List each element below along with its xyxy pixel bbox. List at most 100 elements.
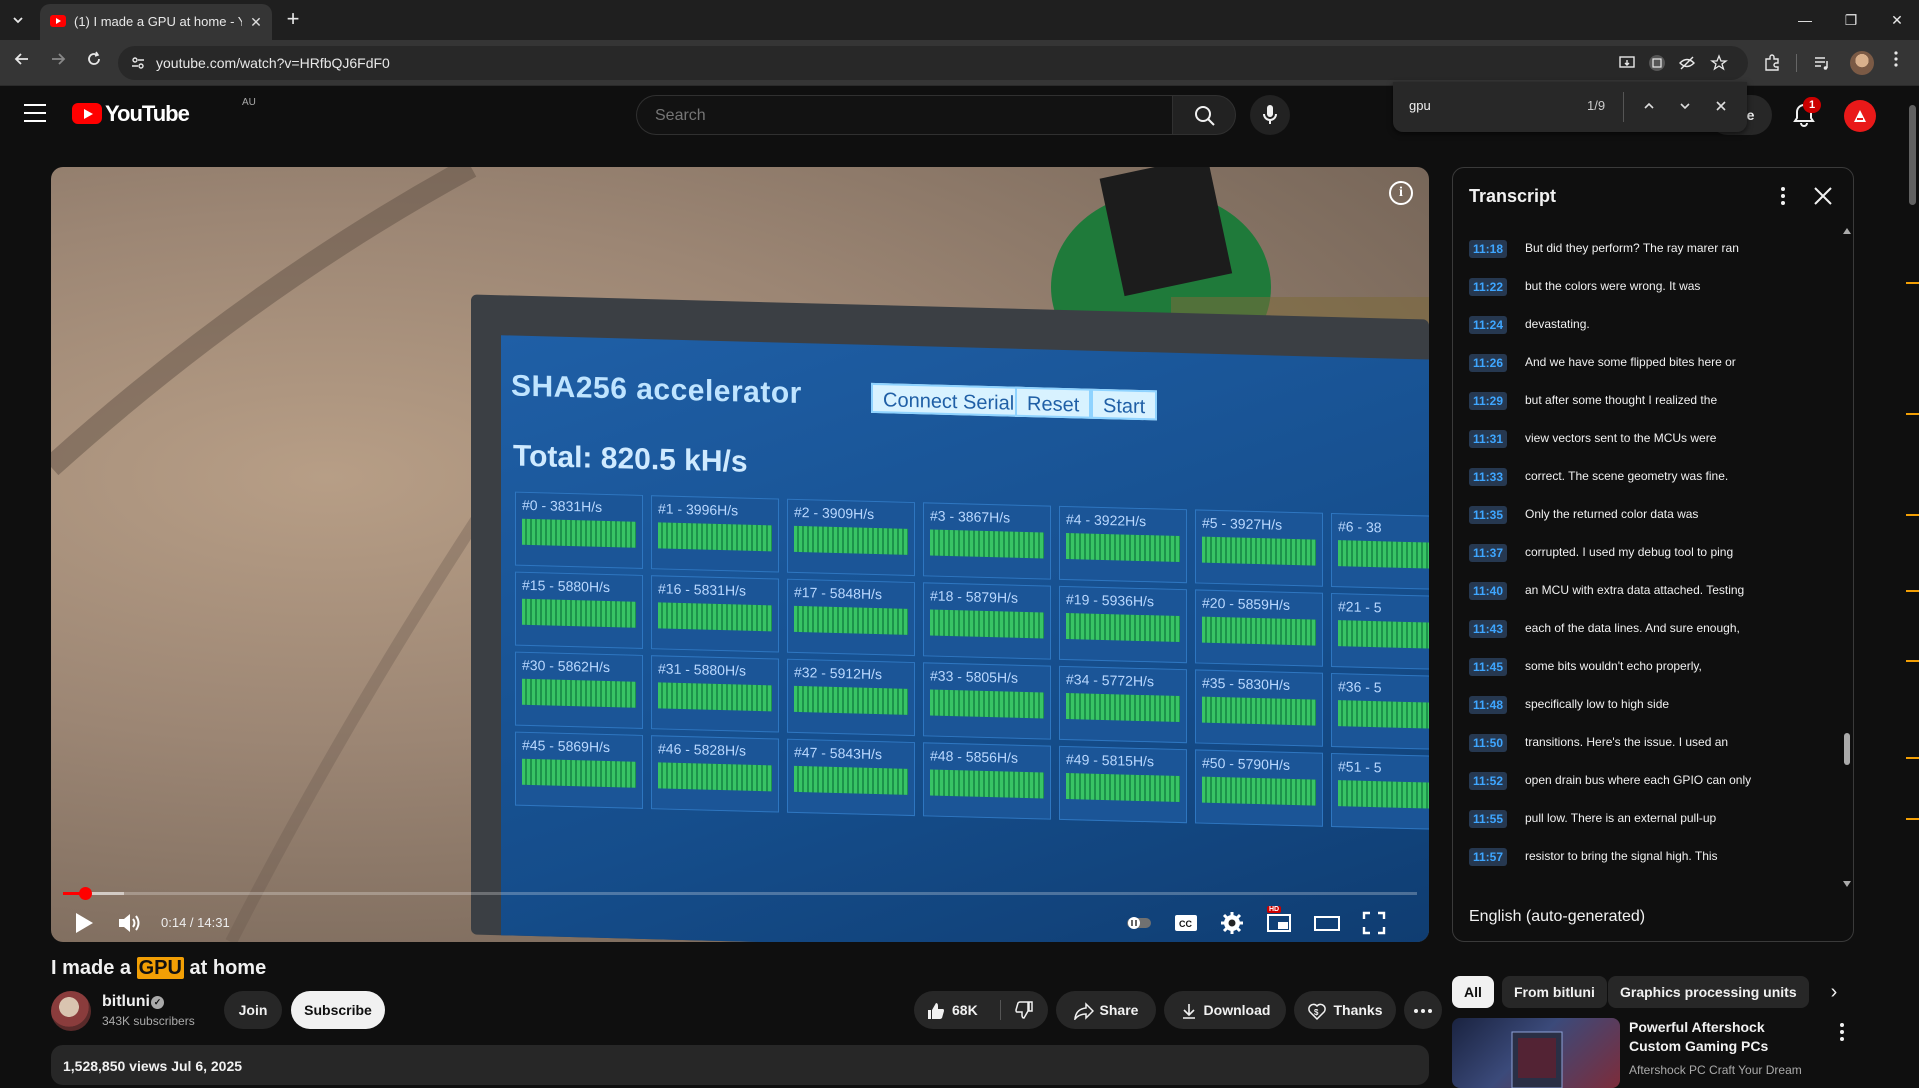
transcript-timestamp[interactable]: 11:57 xyxy=(1469,848,1508,866)
transcript-timestamp[interactable]: 11:29 xyxy=(1469,392,1508,410)
thanks-button[interactable]: $ Thanks xyxy=(1294,991,1396,1029)
voice-search-button[interactable] xyxy=(1250,95,1290,135)
captions-icon[interactable]: CC xyxy=(1172,909,1200,937)
transcript-segment[interactable]: 11:18 But did they perform? The ray marer… xyxy=(1453,230,1833,268)
transcript-timestamp[interactable]: 11:24 xyxy=(1469,316,1508,334)
transcript-segment[interactable]: 11:26 And we have some flipped bites here… xyxy=(1453,344,1833,382)
transcript-segment[interactable]: 11:48 specifically low to high side xyxy=(1453,686,1833,724)
youtube-logo[interactable]: YouTube AU xyxy=(72,97,256,129)
media-control-icon[interactable] xyxy=(1812,53,1832,73)
transcript-segment[interactable]: 11:40 an MCU with extra data attached. Te… xyxy=(1453,572,1833,610)
transcript-timestamp[interactable]: 11:43 xyxy=(1469,620,1508,638)
reading-mode-icon[interactable] xyxy=(1648,54,1666,72)
window-close-button[interactable]: ✕ xyxy=(1884,8,1910,32)
chip-from-channel[interactable]: From bitluni xyxy=(1502,976,1607,1008)
theater-mode-icon[interactable] xyxy=(1313,909,1341,937)
channel-avatar[interactable] xyxy=(51,991,91,1031)
transcript-segment[interactable]: 11:22 but the colors were wrong. It was xyxy=(1453,268,1833,306)
progress-scrubber[interactable] xyxy=(78,887,92,900)
transcript-language[interactable]: English (auto-generated) xyxy=(1469,908,1645,926)
download-button[interactable]: Download xyxy=(1164,991,1286,1029)
transcript-timestamp[interactable]: 11:40 xyxy=(1469,582,1508,600)
address-bar[interactable]: youtube.com/watch?v=HRfbQJ6FdF0 xyxy=(118,46,1748,80)
page-scrollbar-thumb[interactable] xyxy=(1909,105,1916,205)
transcript-timestamp[interactable]: 11:45 xyxy=(1469,658,1508,676)
transcript-segment[interactable]: 11:37 corrupted. I used my debug tool to … xyxy=(1453,534,1833,572)
transcript-timestamp[interactable]: 11:31 xyxy=(1469,430,1508,448)
info-icon[interactable]: i xyxy=(1389,181,1413,205)
chip-all[interactable]: All xyxy=(1452,976,1494,1008)
transcript-segment[interactable]: 11:33 correct. The scene geometry was fin… xyxy=(1453,458,1833,496)
search-input[interactable] xyxy=(653,106,1153,126)
transcript-scroll-down-arrow[interactable] xyxy=(1843,881,1851,887)
transcript-timestamp[interactable]: 11:37 xyxy=(1469,544,1508,562)
miniplayer-icon[interactable] xyxy=(1265,909,1293,937)
find-close-button[interactable] xyxy=(1709,95,1733,119)
transcript-timestamp[interactable]: 11:35 xyxy=(1469,506,1508,524)
site-info-icon[interactable] xyxy=(130,55,146,71)
transcript-scrollbar-thumb[interactable] xyxy=(1844,733,1850,765)
description-box[interactable]: 1,528,850 views Jul 6, 2025 xyxy=(51,1045,1429,1085)
transcript-timestamp[interactable]: 11:33 xyxy=(1469,468,1508,486)
eye-off-icon[interactable] xyxy=(1678,54,1696,72)
hamburger-menu-icon[interactable] xyxy=(24,104,46,122)
new-tab-button[interactable]: + xyxy=(282,8,304,31)
transcript-close-icon[interactable] xyxy=(1809,182,1837,210)
recommendation-thumbnail[interactable] xyxy=(1452,1018,1620,1088)
transcript-timestamp[interactable]: 11:50 xyxy=(1469,734,1508,752)
browser-menu-button[interactable] xyxy=(1884,51,1908,75)
bookmark-star-icon[interactable] xyxy=(1710,54,1728,72)
settings-gear-icon[interactable] xyxy=(1218,909,1246,937)
play-icon[interactable] xyxy=(69,909,97,937)
thumbs-down-icon[interactable] xyxy=(1014,1000,1034,1020)
find-input[interactable] xyxy=(1407,97,1577,114)
recommendation-more-icon[interactable] xyxy=(1832,1020,1852,1044)
find-next-button[interactable] xyxy=(1673,95,1697,119)
tab-search-button[interactable] xyxy=(6,8,30,32)
progress-track[interactable] xyxy=(63,892,1417,895)
transcript-timestamp[interactable]: 11:55 xyxy=(1469,810,1508,828)
transcript-timestamp[interactable]: 11:52 xyxy=(1469,772,1508,790)
profile-avatar[interactable] xyxy=(1850,51,1874,75)
join-button[interactable]: Join xyxy=(224,991,282,1029)
back-button[interactable] xyxy=(10,51,34,75)
reload-button[interactable] xyxy=(82,51,106,75)
transcript-segment[interactable]: 11:55 pull low. There is an external pull… xyxy=(1453,800,1833,838)
transcript-segment[interactable]: 11:35 Only the returned color data was xyxy=(1453,496,1833,534)
restore-button[interactable]: ❐ xyxy=(1838,8,1864,32)
page-scrollbar[interactable] xyxy=(1905,87,1919,1079)
account-avatar[interactable] xyxy=(1844,100,1876,132)
transcript-timestamp[interactable]: 11:22 xyxy=(1469,278,1508,296)
transcript-segment[interactable]: 11:52 open drain bus where each GPIO can … xyxy=(1453,762,1833,800)
chip-graphics-processing-units[interactable]: Graphics processing units xyxy=(1608,976,1809,1008)
volume-icon[interactable] xyxy=(117,911,143,935)
extensions-icon[interactable] xyxy=(1762,53,1782,73)
browser-tab-active[interactable]: (1) I made a GPU at home - YouTube ✕ xyxy=(40,4,272,40)
like-button[interactable]: 68K xyxy=(926,1002,978,1020)
transcript-scroll-up-arrow[interactable] xyxy=(1843,228,1851,234)
find-previous-button[interactable] xyxy=(1637,95,1661,119)
install-app-icon[interactable] xyxy=(1618,54,1636,72)
recommendation-title[interactable]: Powerful Aftershock Custom Gaming PCs xyxy=(1629,1018,1819,1056)
search-button[interactable] xyxy=(1172,95,1236,135)
chips-next-chevron-icon[interactable]: › xyxy=(1822,980,1846,1004)
transcript-timestamp[interactable]: 11:18 xyxy=(1469,240,1508,258)
autoplay-toggle-icon[interactable] xyxy=(1125,909,1153,937)
transcript-segment[interactable]: 11:43 each of the data lines. And sure en… xyxy=(1453,610,1833,648)
share-button[interactable]: Share xyxy=(1056,991,1156,1029)
transcript-more-icon[interactable] xyxy=(1771,184,1795,208)
transcript-segment[interactable]: 11:24 devastating. xyxy=(1453,306,1833,344)
tab-close-icon[interactable]: ✕ xyxy=(246,12,266,32)
transcript-segment[interactable]: 11:57 resistor to bring the signal high. … xyxy=(1453,838,1833,876)
forward-button[interactable] xyxy=(46,51,70,75)
more-actions-button[interactable] xyxy=(1404,991,1442,1029)
subscribe-button[interactable]: Subscribe xyxy=(291,991,385,1029)
video-player[interactable]: SHA256 accelerator Connect Serial Reset … xyxy=(51,167,1429,942)
transcript-timestamp[interactable]: 11:26 xyxy=(1469,354,1508,372)
transcript-segment[interactable]: 11:31 view vectors sent to the MCUs were xyxy=(1453,420,1833,458)
fullscreen-icon[interactable] xyxy=(1360,909,1388,937)
transcript-segment[interactable]: 11:45 some bits wouldn't echo properly, xyxy=(1453,648,1833,686)
transcript-segment[interactable]: 11:50 transitions. Here's the issue. I us… xyxy=(1453,724,1833,762)
channel-name[interactable]: bitluni xyxy=(102,993,150,1011)
minimize-button[interactable]: — xyxy=(1792,8,1818,32)
